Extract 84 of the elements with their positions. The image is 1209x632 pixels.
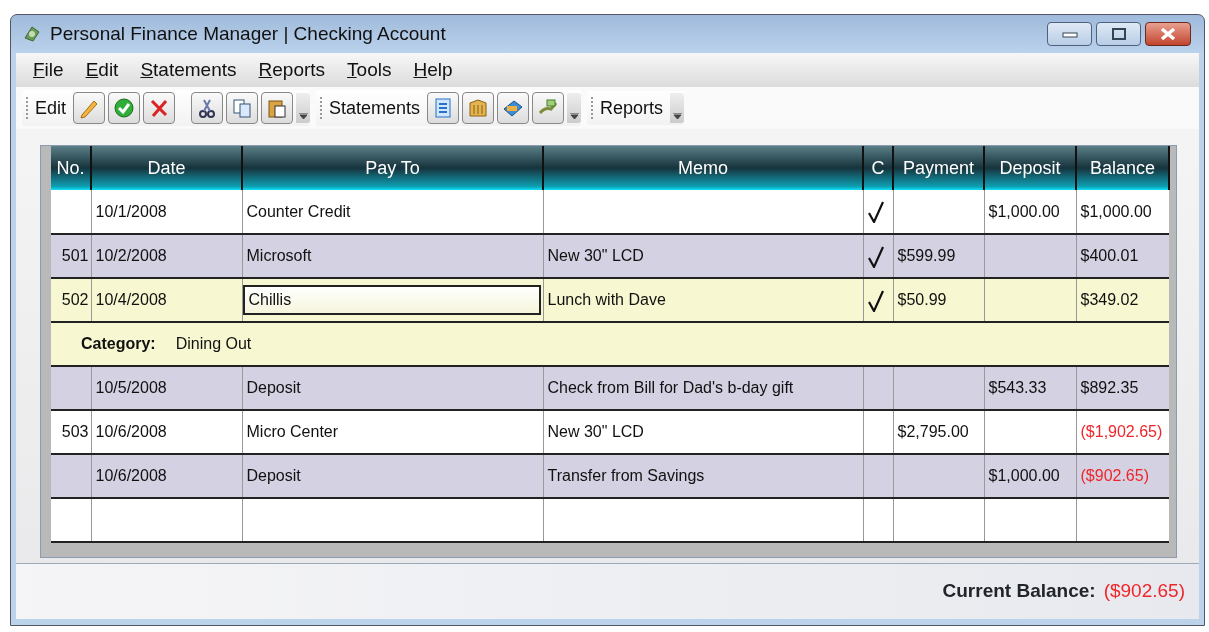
toolbar-label: Statements [328,96,422,120]
table-cell: Deposit [246,467,301,484]
table-cell: $599.99 [897,247,956,264]
menu-item[interactable]: Help [402,55,464,85]
column-header[interactable]: Deposit [984,146,1076,190]
column-header[interactable]: Date [91,146,242,190]
text-field[interactable]: Chillis [242,285,541,315]
table-row[interactable]: 503 10/6/2008 Micro Center New 30" LCD $2,795.00 ($1,902.65) [51,410,1169,454]
column-header[interactable]: Memo [543,146,863,190]
toolbar-grip[interactable] [320,97,323,119]
table-cell: Lunch with Dave [547,291,666,308]
table-cell: 501 [61,247,89,264]
table-cell: 10/2/2008 [95,247,167,264]
table-cell: 503 [61,423,89,440]
toolbar-label: Edit [34,96,68,120]
toolbar-grip[interactable] [591,97,594,119]
table-cell: Microsoft [246,247,312,264]
menu-item[interactable]: File [22,55,75,85]
toolbar-button[interactable] [497,92,530,124]
balance-cell: $400.01 [1080,247,1139,264]
menu-item[interactable]: Reports [247,55,337,85]
column-header[interactable]: No. [51,146,91,190]
overflow-button[interactable] [296,93,311,123]
table-cell: $50.99 [897,291,947,308]
window-title: Personal Finance Manager | Checking Account [50,21,446,46]
table-cell: $1,000.00 [988,467,1060,484]
overflow-caret-icon [672,113,682,119]
column-header[interactable]: Balance [1076,146,1169,190]
overflow-button[interactable] [670,93,685,123]
balance-cell: ($1,902.65) [1080,423,1163,440]
overflow-button[interactable] [567,93,582,123]
menu-item[interactable]: Tools [336,55,403,85]
column-header[interactable]: C [863,146,893,190]
table-row[interactable] [51,498,1169,542]
money-icon [22,24,42,44]
copy-icon [231,97,254,119]
toolbar-button[interactable] [191,92,224,124]
menu-item[interactable]: Edit [74,55,130,85]
table-cell: $1,000.00 [988,202,1060,220]
table-cell: Deposit [246,379,301,396]
overflow-caret-icon [569,113,579,119]
table-cell: New 30" LCD [547,247,644,264]
column-header[interactable]: Payment [893,146,984,190]
table-cell: 502 [61,291,89,308]
balance-label: Current Balance: [942,579,1096,604]
table-cell: $543.33 [988,379,1047,396]
field-label: Category: [81,335,156,352]
field-value: Dining Out [175,335,252,352]
table-row[interactable]: 10/1/2008 Counter Credit $1,000.00 $1,000.00 [51,190,1169,234]
balance-value: ($902.65) [1103,579,1185,604]
balance-cell: ($902.65) [1080,467,1149,484]
maximize-icon [1110,28,1127,40]
balance-cell: $892.35 [1080,379,1139,396]
toolbar-label: Reports [599,96,665,120]
paste-icon [266,97,289,119]
table-row[interactable]: 502 10/4/2008 Chillis Lunch with Dave $50.99 $349.02 [51,278,1169,322]
table-cell: New 30" LCD [547,423,644,440]
table-row[interactable]: 501 10/2/2008 Microsoft New 30" LCD $599.99 $400.01 [51,234,1169,278]
close-button[interactable] [1145,22,1191,46]
table-cell: 10/6/2008 [95,423,167,440]
balance-cell: $1,000.00 [1080,202,1152,220]
overflow-caret-icon [298,113,308,119]
maximize-button[interactable] [1096,22,1141,46]
table-cell: Counter Credit [246,202,351,220]
table-cell: Transfer from Savings [547,467,705,484]
columns-icon [467,97,490,119]
minimize-icon [1061,30,1078,38]
checkmark-icon [113,97,136,119]
table-cell: 10/1/2008 [95,202,167,220]
column-header[interactable]: Pay To [242,146,543,190]
close-icon [1160,27,1176,41]
toolbar-button[interactable] [108,92,141,124]
toolbar-button[interactable] [261,92,294,124]
table-row[interactable]: 10/6/2008 Deposit Transfer from Savings $1,000.00 ($902.65) [51,454,1169,498]
menu-item[interactable]: Statements [129,55,248,85]
table-cell: Check from Bill for Dad's b-day gift [547,379,794,396]
balance-cell: $349.02 [1080,291,1139,308]
table-cell: Micro Center [246,423,339,440]
minimize-button[interactable] [1047,22,1092,46]
table-row[interactable]: 10/5/2008 Deposit Check from Bill for Dad's b-day gift $543.33 $892.35 [51,366,1169,410]
table-cell: 10/6/2008 [95,467,167,484]
table-cell: $2,795.00 [897,423,969,440]
table-cell: 10/4/2008 [95,291,167,308]
table-cell: 10/5/2008 [95,379,167,396]
